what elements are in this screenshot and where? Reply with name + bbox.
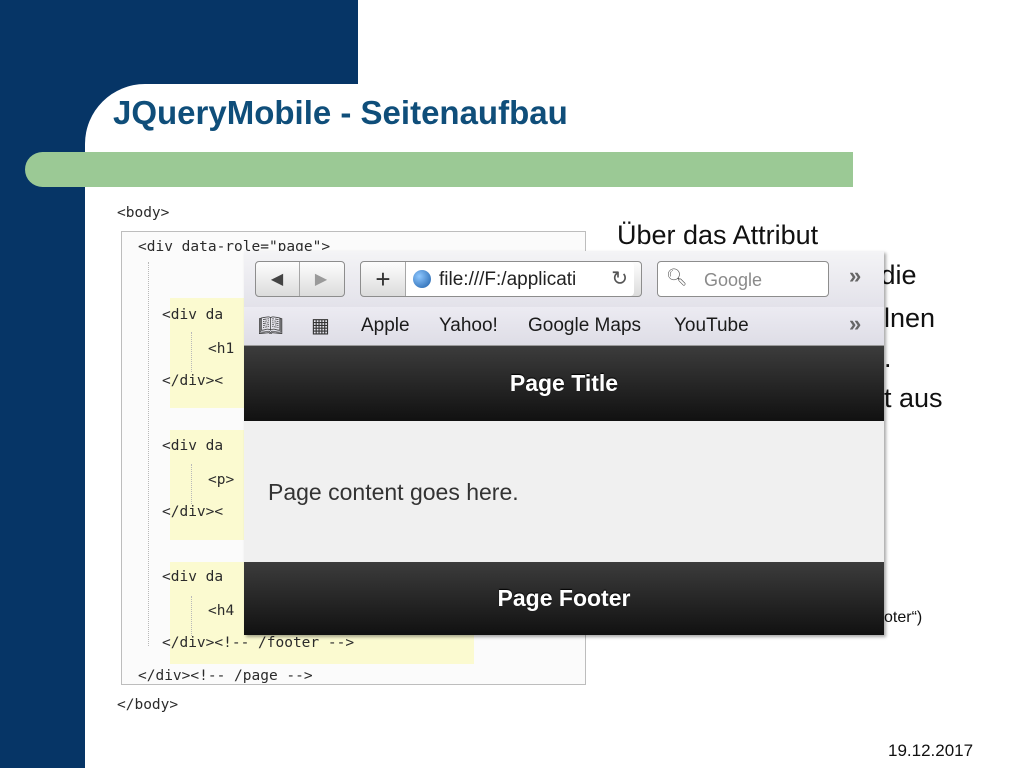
page-header: Page Title xyxy=(244,346,884,421)
code-line: </div><!-- /page --> xyxy=(138,668,313,684)
search-input[interactable]: 🔍︎ Google xyxy=(657,261,829,297)
page-footer: Page Footer xyxy=(244,562,884,635)
code-line: </div><!-- /footer --> xyxy=(162,635,355,651)
address-group: + file:///F:/applicati ↻ xyxy=(360,261,642,297)
code-line: <body> xyxy=(117,205,170,221)
indent-guide xyxy=(191,332,192,372)
page-content: Page content goes here. xyxy=(244,421,884,562)
bookmark-apple[interactable]: Apple xyxy=(361,315,410,337)
page-footer-title: Page Footer xyxy=(497,585,631,611)
code-line: <div da xyxy=(162,438,224,454)
code-line: <div da xyxy=(162,307,224,323)
body-text-fragment: oter“) xyxy=(884,609,923,626)
bookmarks-overflow-icon[interactable]: » xyxy=(849,311,861,337)
code-line: <div da xyxy=(162,569,224,585)
bookmark-youtube[interactable]: YouTube xyxy=(674,315,749,337)
slide-top-bar xyxy=(85,0,358,84)
body-text-fragment: t aus xyxy=(884,383,943,413)
bookmarks-bar: 📖︎ ▦ Apple Yahoo! Google Maps YouTube » xyxy=(244,307,884,346)
bookmark-google-maps[interactable]: Google Maps xyxy=(528,315,641,337)
code-line: <h1 xyxy=(208,341,235,357)
slide-side-bar xyxy=(0,0,85,768)
search-placeholder: Google xyxy=(704,270,763,290)
forward-arrow-icon[interactable]: ▶ xyxy=(299,262,342,296)
slide-title: JQueryMobile - Seitenaufbau xyxy=(113,94,568,131)
reload-icon[interactable]: ↻ xyxy=(611,266,628,291)
body-text-line: Über das Attribut xyxy=(617,220,819,250)
search-icon: 🔍︎ xyxy=(666,268,688,287)
page-content-text: Page content goes here. xyxy=(268,479,519,505)
indent-guide xyxy=(148,262,149,646)
code-line: </body> xyxy=(117,697,179,713)
indent-guide xyxy=(191,596,192,636)
browser-window: ◀ ▶ + file:///F:/applicati ↻ 🔍︎ Google »… xyxy=(244,251,884,635)
url-bar[interactable]: file:///F:/applicati ↻ xyxy=(406,262,634,296)
page-header-title: Page Title xyxy=(509,370,619,396)
nav-button-group: ◀ ▶ xyxy=(255,261,345,297)
browser-toolbar: ◀ ▶ + file:///F:/applicati ↻ 🔍︎ Google » xyxy=(244,251,884,307)
plus-icon[interactable]: + xyxy=(361,262,406,296)
code-line: </div>< xyxy=(162,504,224,520)
grid-icon[interactable]: ▦ xyxy=(311,313,330,338)
code-line: </div>< xyxy=(162,373,224,389)
back-arrow-icon[interactable]: ◀ xyxy=(256,262,298,296)
body-text-fragment: lnen xyxy=(884,303,936,333)
globe-icon xyxy=(413,270,431,288)
slide-date: 19.12.2017 xyxy=(888,741,974,760)
url-text: file:///F:/applicati xyxy=(439,269,577,290)
title-underline-bar xyxy=(25,152,853,187)
code-line: <p> xyxy=(208,472,235,488)
code-line: <h4 xyxy=(208,603,235,619)
indent-guide xyxy=(191,464,192,504)
toolbar-overflow-icon[interactable]: » xyxy=(849,263,861,289)
body-text-fragment: . xyxy=(884,343,892,373)
book-icon[interactable]: 📖︎ xyxy=(258,313,283,338)
bookmark-yahoo[interactable]: Yahoo! xyxy=(439,315,498,337)
